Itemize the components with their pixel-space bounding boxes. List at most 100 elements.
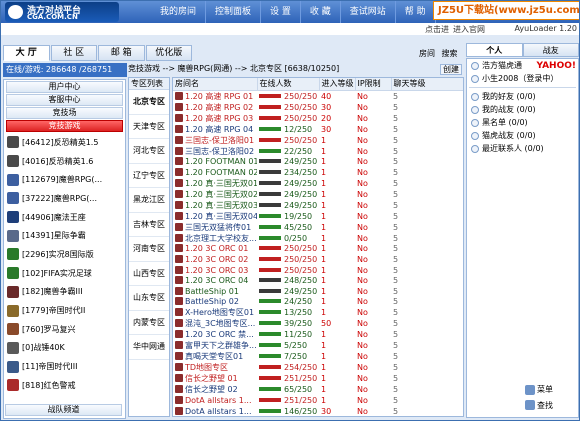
table-row[interactable]: 1.20 真·三国无双04 19/250 1 No 5 (173, 211, 463, 222)
room-ip-limit: No (355, 384, 391, 395)
category-arena[interactable]: 竞技场 (6, 107, 123, 119)
room-chat-level-text: 5 (393, 222, 399, 232)
menu-item-settings[interactable]: 设 置 (261, 1, 301, 23)
game-item[interactable]: [1779]帝国时代II (4, 301, 125, 320)
click-link[interactable]: 点击进 (425, 24, 449, 35)
friend-group-label: 我的战友 (0/0) (482, 105, 536, 114)
room-level: 1 (319, 373, 355, 384)
game-item[interactable]: [760]罗马复兴 (4, 320, 125, 339)
table-row[interactable]: X-Hero地图专区01 13/250 1 No 5 (173, 307, 463, 318)
table-row[interactable]: 真喝天堂专区01 7/250 1 No 5 (173, 351, 463, 362)
game-item[interactable]: [112679]魔兽RPG(... (4, 170, 125, 189)
table-row[interactable]: 富甲天下之群雄争... 5/250 1 No 5 (173, 340, 463, 351)
room-name: 1.20 真·三国无双01 (173, 178, 257, 189)
friend-group[interactable]: 我的战友 (0/0) (467, 103, 578, 116)
table-row[interactable]: 1.20 FOOTMAN 01 249/250 1 No 5 (173, 157, 463, 168)
category-service-center[interactable]: 客服中心 (6, 94, 123, 106)
zone-item[interactable]: 华中网通 (129, 335, 169, 360)
menu-item-test-site[interactable]: 查试网站 (341, 1, 396, 23)
search-icon-label[interactable]: 搜索 (442, 49, 458, 58)
menu-item-favorites[interactable]: 收 藏 (301, 1, 341, 23)
menu-button[interactable]: 菜单 (525, 383, 553, 396)
table-row[interactable]: 1.20 真·三国无双03 249/250 1 No 5 (173, 200, 463, 211)
table-row[interactable]: BattleShip 02 24/250 1 No 5 (173, 297, 463, 308)
game-item[interactable]: [14391]星际争霸 (4, 226, 125, 245)
game-item[interactable]: [2296]实况8国际版 (4, 245, 125, 264)
create-button[interactable]: 创建 (440, 64, 462, 75)
table-row[interactable]: TD地图专区 254/250 1 No 5 (173, 362, 463, 373)
friend-group[interactable]: 最近联系人 (0/0) (467, 142, 578, 155)
tab-personal[interactable]: 个人 (466, 43, 523, 57)
zone-item[interactable]: 河北专区 (129, 139, 169, 164)
col-room-name[interactable]: 房间名 (173, 78, 258, 91)
zone-item[interactable]: 黑龙江区 (129, 188, 169, 213)
tab-community[interactable]: 社 区 (50, 45, 97, 61)
table-row[interactable]: 1.20 3C ORC 03 250/250 1 No 5 (173, 265, 463, 276)
user-row-2[interactable]: 小生2008（登录中） (467, 72, 578, 85)
zone-item[interactable]: 天津专区 (129, 115, 169, 139)
table-row[interactable]: BattleShip 01 249/250 1 No 5 (173, 286, 463, 297)
table-row[interactable]: 1.20 3C ORC 02 250/250 1 No 5 (173, 254, 463, 265)
tab-mailbox[interactable]: 邮 箱 (98, 45, 145, 61)
tab-lobby[interactable]: 大 厅 (3, 45, 50, 61)
menu-item-help[interactable]: 帮 助 (396, 1, 436, 23)
table-row[interactable]: 信长之野望 02 65/250 1 No 5 (173, 384, 463, 395)
game-item[interactable]: [182]魔兽争霸III (4, 283, 125, 302)
table-row[interactable]: 1.20 高速 RPG 04 12/250 30 No 5 (173, 124, 463, 135)
game-item[interactable]: [102]FIFA实况足球 (4, 264, 125, 283)
friend-group[interactable]: 猫虎战友 (0/0) (467, 129, 578, 142)
zone-item[interactable]: 北京专区 (129, 90, 169, 115)
game-item[interactable]: [0]战锤40K (4, 339, 125, 358)
menu-item-control-panel[interactable]: 控制面板 (206, 1, 262, 23)
room-name: 1.20 3C ORC 03 (173, 265, 257, 276)
col-chat-level[interactable]: 聊天等级 (391, 78, 463, 91)
category-user-center[interactable]: 用户中心 (6, 81, 123, 93)
zone-item[interactable]: 内蒙专区 (129, 311, 169, 335)
menu-item-my-room[interactable]: 我的房间 (151, 1, 207, 23)
table-row[interactable]: 1.20 真·三国无双01 249/250 1 No 5 (173, 178, 463, 189)
table-row[interactable]: DotA allstars 1... 146/250 30 No 5 (173, 406, 463, 416)
room-online: 146/250 (257, 406, 319, 416)
tab-friends[interactable]: 战友 (522, 43, 579, 57)
table-row[interactable]: 1.20 高速 RPG 02 250/250 30 No 5 (173, 102, 463, 113)
game-item[interactable]: [37222]魔兽RPG(... (4, 189, 125, 208)
table-row[interactable]: 三国志-保卫洛阳01 250/250 1 No 5 (173, 135, 463, 146)
friend-group[interactable]: 黑名单 (0/0) (467, 116, 578, 129)
room-chat-level-text: 5 (393, 255, 399, 265)
col-enter-level[interactable]: 进入等级 (319, 78, 356, 91)
room-ip-limit: No (355, 406, 391, 416)
room-icon-label[interactable]: 房间 (419, 49, 435, 58)
zone-item[interactable]: 吉林专区 (129, 213, 169, 237)
game-item[interactable]: [4016]反恐精英1.6 (4, 152, 125, 171)
table-row[interactable]: 信长之野望 01 251/250 1 No 5 (173, 373, 463, 384)
room-name-text: BattleShip 02 (185, 297, 239, 307)
table-row[interactable]: 1.20 高速 RPG 01 250/250 40 No 5 (173, 90, 463, 102)
zone-item[interactable]: 山西专区 (129, 262, 169, 286)
game-item[interactable]: [818]红色警戒 (4, 376, 125, 395)
table-row[interactable]: 三国志-保卫洛阳02 22/250 1 No 5 (173, 146, 463, 157)
col-ip-limit[interactable]: IP限制 (355, 78, 392, 91)
table-row[interactable]: 1.20 FOOTMAN 02 234/250 1 No 5 (173, 167, 463, 178)
table-row[interactable]: 北京理工大学校友... 0/250 1 No 5 (173, 233, 463, 244)
friend-group[interactable]: 我的好友 (0/0) (467, 90, 578, 103)
official-site-link[interactable]: 进入官网 (453, 24, 485, 35)
table-row[interactable]: 1.20 3C ORC 01 250/250 1 No 5 (173, 244, 463, 255)
table-row[interactable]: 1.20 真·三国无双02 249/250 1 No 5 (173, 189, 463, 200)
table-row[interactable]: 1.20 3C ORC 禁... 11/250 1 No 5 (173, 329, 463, 340)
game-item[interactable]: [46412]反恐精英1.5 (4, 133, 125, 152)
zone-item[interactable]: 山东专区 (129, 286, 169, 311)
table-row[interactable]: 1.20 3C ORC 04 248/250 1 No 5 (173, 275, 463, 286)
col-online[interactable]: 在线人数 (257, 78, 320, 91)
zone-item[interactable]: 河南专区 (129, 237, 169, 262)
tab-optimized[interactable]: 优化版 (145, 45, 192, 61)
table-row[interactable]: 1.20 高速 RPG 03 250/250 20 No 5 (173, 113, 463, 124)
table-row[interactable]: 混沌_3C地图专区... 39/250 50 No 5 (173, 318, 463, 329)
zone-item[interactable]: 辽宁专区 (129, 164, 169, 188)
game-item[interactable]: [44906]魔法王座 (4, 208, 125, 227)
table-row[interactable]: DotA allstars 1... 251/250 1 No 5 (173, 395, 463, 406)
game-item[interactable]: [11]帝国时代III (4, 357, 125, 376)
category-clan-channel[interactable]: 战队频道 (5, 404, 122, 416)
table-row[interactable]: 三国无双猛将传01 45/250 1 No 5 (173, 222, 463, 233)
search-button[interactable]: 查找 (525, 399, 553, 412)
category-competitive-games[interactable]: 竞技游戏 (6, 120, 123, 132)
